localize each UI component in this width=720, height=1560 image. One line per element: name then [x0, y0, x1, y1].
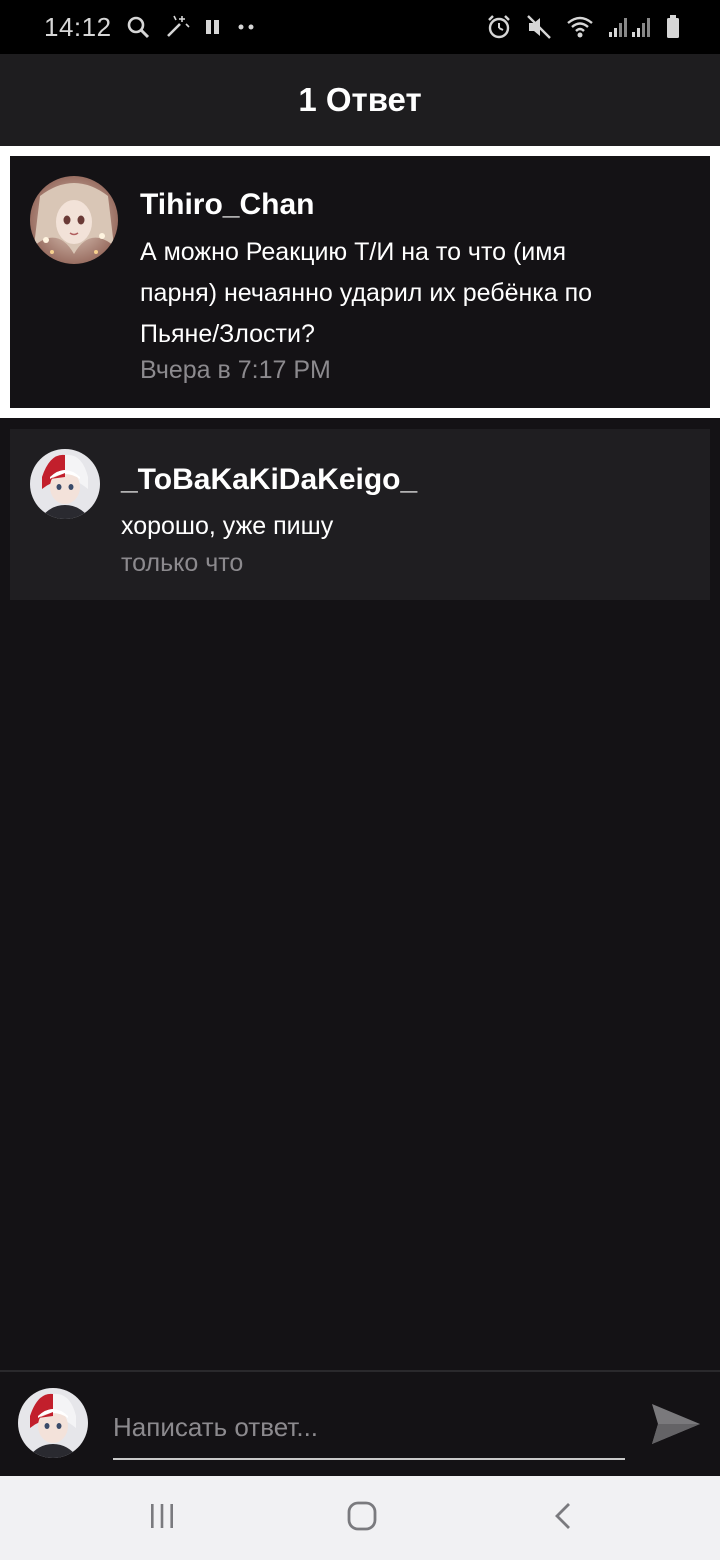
reply-text: хорошо, уже пишу: [121, 512, 334, 540]
comment-text-line: А можно Реакцию Т/И на то что (имя: [140, 238, 566, 266]
back-button[interactable]: [542, 1496, 586, 1540]
comment-username[interactable]: Tihiro_Chan: [140, 188, 314, 222]
header: 1 Ответ: [0, 54, 720, 146]
recent-apps-button[interactable]: [140, 1496, 184, 1540]
avatar[interactable]: [30, 449, 100, 519]
comment-text-line: парня) нечаянно ударил их ребёнка по: [140, 279, 593, 307]
send-icon: [648, 1404, 704, 1456]
wifi-icon: [566, 15, 594, 39]
more-dots-icon: [236, 23, 256, 31]
reply-comment[interactable]: _ToBaKaKiDaKeigo_ хорошо, уже пишу тольк…: [10, 429, 710, 600]
avatar[interactable]: [30, 176, 118, 264]
original-comment[interactable]: Tihiro_Chan А можно Реакцию Т/И на то чт…: [10, 156, 710, 408]
home-button[interactable]: [340, 1496, 384, 1540]
page-title: 1 Ответ: [298, 81, 422, 118]
signal-icon: [608, 16, 652, 38]
system-nav-bar: [0, 1476, 720, 1560]
mute-icon: [526, 14, 552, 40]
comment-timestamp: Вчера в 7:17 PM: [140, 356, 331, 384]
reply-input[interactable]: [113, 1396, 625, 1460]
reply-timestamp: только что: [121, 549, 244, 577]
status-right: [486, 14, 680, 40]
comment-text-line: Пьяне/Злости?: [140, 320, 315, 348]
status-time: 14:12: [44, 11, 112, 42]
status-left: 14:12: [44, 12, 256, 43]
search-icon: [126, 15, 150, 39]
magic-wand-icon: [164, 14, 190, 40]
comment-text: А можно Реакцию Т/И на то что (имя парня…: [140, 232, 592, 355]
battery-icon: [666, 15, 680, 39]
alarm-icon: [486, 14, 512, 40]
pause-icon: [204, 18, 222, 36]
reply-username[interactable]: _ToBaKaKiDaKeigo_: [121, 463, 417, 497]
compose-bar: [0, 1370, 720, 1478]
status-bar: 14:12: [0, 0, 720, 54]
original-comment-highlight: Tihiro_Chan А можно Реакцию Т/И на то чт…: [0, 146, 720, 418]
avatar: [18, 1388, 88, 1458]
send-button[interactable]: [648, 1396, 704, 1452]
recent-apps-icon: [147, 1501, 177, 1536]
back-icon: [549, 1501, 579, 1536]
home-icon: [346, 1500, 378, 1537]
